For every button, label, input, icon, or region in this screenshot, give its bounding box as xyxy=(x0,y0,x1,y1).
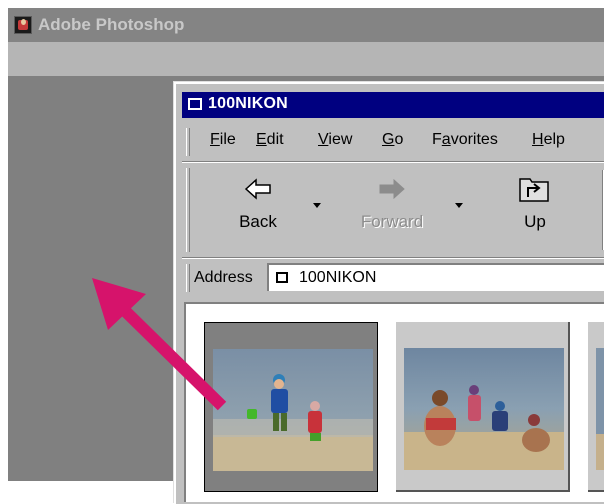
menubar-divider xyxy=(182,161,604,163)
menu-hotkey-letter: V xyxy=(318,131,329,148)
beach-photo-2-image xyxy=(404,348,564,470)
menu-file-label: File xyxy=(210,131,236,148)
explorer-titlebar[interactable]: 100NIKON xyxy=(182,92,604,118)
explorer-window: 100NIKON File Edit View Go Favorites Hel… xyxy=(174,82,604,504)
address-bar: Address 100NIKON xyxy=(182,260,604,296)
back-button[interactable]: Back xyxy=(218,170,298,240)
photoshop-title: Adobe Photoshop xyxy=(38,15,185,34)
toolbar-grip[interactable] xyxy=(186,168,190,252)
forward-button[interactable]: Forward xyxy=(342,170,442,240)
beach-photo-2 xyxy=(404,348,564,470)
menu-edit-label: Edit xyxy=(256,131,284,148)
menu-go-label: Go xyxy=(382,131,404,148)
menu-go[interactable]: Go xyxy=(382,131,403,149)
folder-icon xyxy=(276,272,288,283)
up-label: Up xyxy=(524,212,546,231)
thumbnail[interactable] xyxy=(396,322,570,492)
address-value: 100NIKON xyxy=(299,269,377,286)
photoshop-titlebar: Adobe Photoshop xyxy=(8,8,604,42)
menu-view[interactable]: View xyxy=(318,131,352,149)
beach-photo-3-image xyxy=(596,348,604,470)
menu-help-label: Help xyxy=(532,131,565,148)
menu-edit[interactable]: Edit xyxy=(256,131,284,149)
address-input[interactable]: 100NIKON xyxy=(267,263,604,291)
menubar-grip[interactable] xyxy=(186,128,190,156)
menu-file[interactable]: File xyxy=(210,131,236,149)
toolbar-divider xyxy=(182,257,604,259)
beach-photo-3 xyxy=(596,348,604,470)
thumbnail-partial[interactable] xyxy=(588,322,604,492)
explorer-title: 100NIKON xyxy=(208,95,288,112)
photoshop-menubar xyxy=(8,42,604,76)
menu-hotkey-letter: H xyxy=(532,131,544,148)
address-label: Address xyxy=(194,269,253,286)
beach-photo-1 xyxy=(213,349,373,471)
up-button[interactable]: Up xyxy=(500,170,570,240)
menu-hotkey-letter: E xyxy=(256,131,267,148)
back-arrow-icon xyxy=(244,178,271,200)
menu-hotkey-letter: F xyxy=(210,131,220,148)
menu-hotkey-letter: G xyxy=(382,131,395,148)
menu-favorites-label: Favorites xyxy=(432,131,498,148)
toolbar: Back Forward Up xyxy=(182,164,604,256)
up-folder-icon xyxy=(519,178,549,202)
thumbnail-selected[interactable] xyxy=(204,322,378,492)
menu-view-label: View xyxy=(318,131,353,148)
back-dropdown-icon[interactable] xyxy=(313,203,321,208)
menu-help[interactable]: Help xyxy=(532,131,565,149)
addressbar-grip[interactable] xyxy=(186,264,190,292)
photoshop-app-icon xyxy=(14,16,32,34)
forward-dropdown-icon[interactable] xyxy=(455,203,463,208)
file-view[interactable] xyxy=(184,302,604,502)
menu-bar: File Edit View Go Favorites Help xyxy=(182,124,604,160)
folder-icon xyxy=(188,98,202,110)
forward-arrow-icon xyxy=(379,178,405,200)
beach-photo-1-image xyxy=(213,349,373,471)
menu-favorites[interactable]: Favorites xyxy=(432,131,498,149)
back-label: Back xyxy=(239,212,277,231)
forward-label: Forward xyxy=(360,212,424,231)
menu-hotkey-letter: a xyxy=(441,131,451,148)
